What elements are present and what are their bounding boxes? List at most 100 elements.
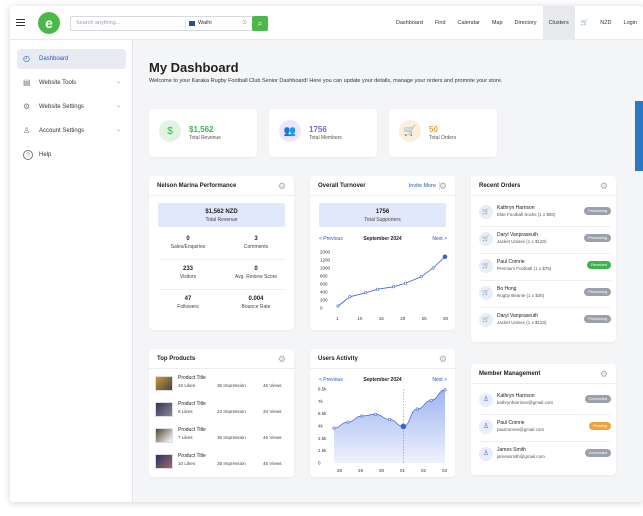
product-image — [155, 454, 173, 469]
nav-item-map[interactable]: Map — [486, 6, 509, 40]
hamburger-menu-icon[interactable] — [16, 19, 25, 26]
location-pin-icon[interactable]: ⊙ — [242, 19, 247, 26]
stat-icon: 👥 — [279, 120, 301, 142]
x-tick-label: 25 — [422, 316, 428, 321]
member-row[interactable]: ♙ James Smith jamessmith@gmail.com Connecte… — [479, 443, 611, 469]
nav-item-directory[interactable]: Directory — [509, 6, 543, 40]
tools-icon: ▤ — [23, 78, 31, 87]
cart-icon[interactable]: 🛒 — [575, 6, 594, 40]
sidebar-item-website-settings[interactable]: ⚙ Website Settings ⌄ — [17, 97, 126, 117]
gear-icon[interactable]: ⚙ — [600, 181, 608, 192]
revenue-box: $1,562 NZD Total Revenue — [158, 203, 285, 227]
help-icon: ? — [23, 150, 33, 160]
product-row[interactable]: Product Title 8 Likes 23 Impression 34 View… — [155, 401, 283, 423]
likes-count: 10 Likes — [178, 383, 196, 388]
kpi-label: Followers — [177, 304, 199, 310]
search-button[interactable]: ⌕ — [252, 16, 268, 31]
nav-item-login[interactable]: Login — [618, 6, 643, 40]
stat-value: 1756 — [309, 125, 327, 134]
product-title: Product Title — [178, 401, 206, 407]
sidebar-item-account-settings[interactable]: ♙ Account Settings ⌄ — [17, 121, 126, 141]
order-row[interactable]: 🛒 Daryl Vanpraseuth Jacket Unisex (1 x $12… — [479, 309, 611, 335]
gear-icon[interactable]: ⚙ — [439, 354, 447, 365]
kpi-divider — [159, 289, 284, 290]
gear-icon[interactable]: ⚙ — [439, 181, 447, 192]
nav-item-calendar[interactable]: Calendar — [452, 6, 486, 40]
overall-turnover-card: Overall Turnover Invite More ⚙ 1756 Total… — [310, 176, 455, 330]
chevron-down-icon[interactable]: ⌄ — [116, 102, 121, 109]
nav-item-nzd[interactable]: NZD — [594, 6, 617, 40]
data-point — [403, 281, 407, 285]
site-logo[interactable]: e — [38, 12, 60, 34]
x-tick-label: 10 — [357, 316, 363, 321]
next-button[interactable]: Next > — [432, 377, 447, 383]
data-point — [415, 407, 419, 411]
invite-more-link[interactable]: Invite More — [409, 183, 436, 189]
gear-icon[interactable]: ⚙ — [600, 369, 608, 380]
cart-icon: 🛒 — [479, 286, 493, 300]
member-row[interactable]: ♙ Paul Comrie paulcomrie@gmail.com Pending — [479, 416, 611, 442]
x-tick-label: 03 — [442, 468, 448, 473]
supporters-label: Total Supporters — [364, 217, 401, 223]
sidebar-item-dashboard[interactable]: ◴ Dashboard — [17, 49, 126, 69]
status-badge: Processing — [584, 207, 611, 215]
divider — [471, 383, 616, 384]
kpi-label: Sales/Enquiries — [170, 244, 206, 250]
gear-icon[interactable]: ⚙ — [278, 181, 286, 192]
gear-icon: ⚙ — [23, 102, 31, 111]
sidebar-item-help[interactable]: ? Help — [17, 145, 126, 165]
status-badge: Processing — [584, 234, 611, 242]
product-row[interactable]: Product Title 10 Likes 35 Impression 46 Vie… — [155, 453, 283, 475]
gear-icon[interactable]: ⚙ — [278, 354, 286, 365]
stat-value: $1,562 — [189, 125, 214, 134]
data-point — [336, 304, 340, 308]
supporters-box: 1756 Total Supporters — [319, 203, 446, 227]
divider — [479, 253, 611, 254]
product-row[interactable]: Product Title 7 Likes 35 Impression 46 View… — [155, 427, 283, 449]
kpi-bounce-rate: 0.004 Bounce Rate — [222, 296, 290, 310]
sidebar-item-website-tools[interactable]: ▤ Website Tools ⌄ — [17, 73, 126, 93]
nav-item-clusters[interactable]: Clusters — [542, 6, 575, 40]
nav-item-dashboard[interactable]: Dashboard — [390, 6, 429, 40]
member-email: jamessmith@gmail.com — [497, 454, 545, 459]
product-row[interactable]: Product Title 10 Likes 35 Impression 46 Vie… — [155, 375, 283, 397]
x-tick-label: 30 — [379, 468, 385, 473]
kpi-sales-enquiries: 0 Sales/Enquiries — [154, 236, 222, 250]
divider — [149, 368, 294, 369]
location-text[interactable]: Waihi — [198, 20, 212, 26]
member-email: kathrynharrison@gmail.com — [497, 400, 554, 405]
divider — [310, 195, 455, 196]
kpi-avg-review-score: 0 Avg. Review Score — [222, 266, 290, 280]
kpi-label: Bounce Rate — [241, 304, 271, 310]
card-title: Nelson Marina Performance — [157, 183, 237, 189]
user-icon: ♙ — [23, 126, 31, 135]
stat-label: Total Orders — [429, 135, 457, 141]
cart-icon: 🛒 — [479, 205, 493, 219]
order-row[interactable]: 🛒 Paul Comrie Premium Football (1 x $75) Re… — [479, 255, 611, 281]
sidebar-item-label: Account Settings — [39, 128, 85, 134]
search-bar[interactable]: Search anything... Waihi ⊙ — [70, 16, 254, 31]
divider — [471, 195, 616, 196]
nav-item-find[interactable]: Find — [429, 6, 452, 40]
order-row[interactable]: 🛒 Bo Hong Rugby Beanie (1 x $35) Processing — [479, 282, 611, 308]
member-row[interactable]: ♙ Kathryn Harrison kathrynharrison@gmail.c… — [479, 389, 611, 415]
card-title: Users Activity — [318, 356, 358, 362]
chevron-down-icon[interactable]: ⌄ — [116, 126, 121, 133]
order-row[interactable]: 🛒 Daryl Vanpraseuth Jacket Unisex (1 x $12… — [479, 228, 611, 254]
side-feedback-tab[interactable] — [635, 101, 643, 171]
impressions-count: 35 Impression — [217, 383, 246, 388]
revenue-value: $1,562 NZD — [205, 209, 238, 215]
order-row[interactable]: 🛒 Kathryn Harrison Elite Football Socks (1… — [479, 201, 611, 227]
data-point — [443, 388, 447, 392]
member-name: Paul Comrie — [497, 420, 525, 426]
card-title: Recent Orders — [479, 183, 521, 189]
status-badge: Processing — [584, 315, 611, 323]
views-count: 46 Views — [263, 461, 282, 466]
top-nav: Dashboard Find Calendar Map Directory Cluster… — [390, 6, 643, 40]
search-input[interactable]: Search anything... — [76, 20, 120, 26]
next-button[interactable]: Next > — [432, 236, 447, 242]
chevron-down-icon[interactable]: ⌄ — [116, 78, 121, 85]
kpi-value: 233 — [182, 266, 193, 272]
data-point — [374, 412, 378, 416]
likes-count: 7 Likes — [178, 435, 193, 440]
